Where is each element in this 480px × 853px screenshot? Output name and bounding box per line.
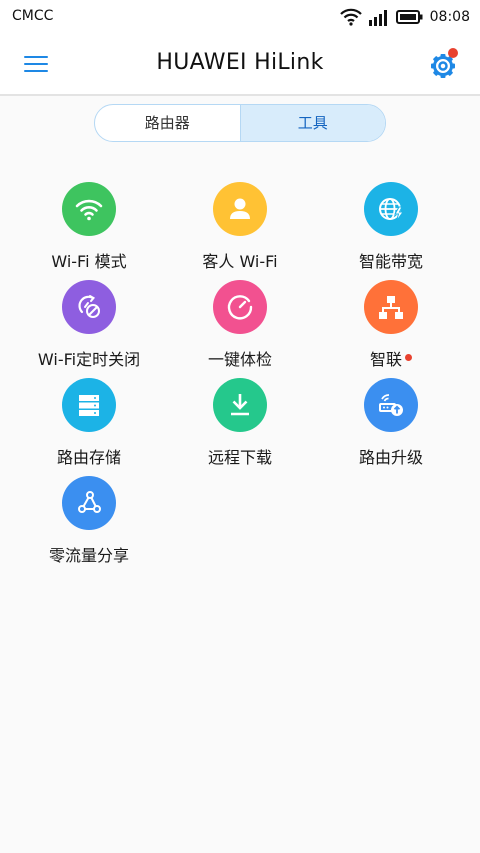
tool-label: 智能带宽	[358, 252, 423, 271]
tool-label-wrap: 客人 Wi-Fi	[202, 248, 277, 272]
tool-label-wrap: 智能带宽	[359, 248, 423, 272]
tool-label: 零流量分享	[48, 546, 129, 565]
tool-label: Wi-Fi定时关闭	[37, 350, 141, 369]
status-icons: 08:08	[339, 6, 470, 28]
wifi-timer-off-icon	[62, 280, 116, 334]
network-tree-icon	[364, 280, 418, 334]
page-title: HUAWEI HiLink	[156, 50, 324, 75]
speedometer-icon	[213, 280, 267, 334]
tool-label-wrap: 远程下载	[208, 444, 272, 468]
tool-label: 客人 Wi-Fi	[202, 252, 278, 271]
globe-bolt-icon	[364, 182, 418, 236]
tool-label-wrap: Wi-Fi定时关闭	[38, 346, 140, 370]
new-badge	[405, 353, 412, 361]
tool-label: 远程下载	[207, 448, 272, 467]
status-bar: CMCC 08:08	[0, 0, 480, 34]
tool-label-wrap: Wi-Fi 模式	[51, 248, 126, 272]
wifi-signal-icon	[339, 8, 362, 26]
settings-button[interactable]	[426, 48, 460, 82]
tools-grid: Wi-Fi 模式 客人 Wi-Fi 智能带宽 Wi-Fi定时关闭 一键体检 智联…	[14, 178, 466, 570]
app-header: HUAWEI HiLink	[0, 34, 480, 96]
tool-label: 一键体检	[207, 350, 272, 369]
guest-user-icon	[213, 182, 267, 236]
tool-label-wrap: 路由升级	[359, 444, 423, 468]
tab-switcher: 路由器 工具	[94, 104, 386, 142]
share-icon	[62, 476, 116, 530]
carrier-name: CMCC	[12, 8, 54, 24]
tool-label: Wi-Fi 模式	[51, 252, 127, 271]
tool-zero-data-share[interactable]: 零流量分享	[14, 472, 164, 570]
tool-router-storage[interactable]: 路由存储	[14, 374, 164, 472]
tool-label-wrap: 零流量分享	[49, 542, 129, 566]
tool-guest-wifi[interactable]: 客人 Wi-Fi	[165, 178, 315, 276]
tool-label: 智联	[369, 350, 402, 369]
tool-router-upgrade[interactable]: 路由升级	[316, 374, 466, 472]
gear-icon	[426, 54, 460, 86]
battery-icon	[395, 9, 424, 25]
tool-smart-bandwidth[interactable]: 智能带宽	[316, 178, 466, 276]
tab-tools[interactable]: 工具	[239, 105, 385, 141]
storage-icon	[62, 378, 116, 432]
tool-label: 路由存储	[56, 448, 121, 467]
tab-router[interactable]: 路由器	[95, 105, 240, 141]
tool-remote-download[interactable]: 远程下载	[165, 374, 315, 472]
tool-wifi-mode[interactable]: Wi-Fi 模式	[14, 178, 164, 276]
clock: 08:08	[429, 9, 470, 25]
tool-label-wrap: 一键体检	[208, 346, 272, 370]
tool-label-wrap: 路由存储	[57, 444, 121, 468]
tool-wifi-timer-off[interactable]: Wi-Fi定时关闭	[14, 276, 164, 374]
tool-label-wrap: 智联	[370, 346, 412, 370]
tool-label: 路由升级	[358, 448, 423, 467]
router-upgrade-icon	[364, 378, 418, 432]
wifi-icon	[62, 182, 116, 236]
download-icon	[213, 378, 267, 432]
tool-smart-connect[interactable]: 智联	[316, 276, 466, 374]
cell-signal-icon	[368, 8, 390, 26]
notification-badge	[448, 48, 458, 58]
tool-one-click-check[interactable]: 一键体检	[165, 276, 315, 374]
